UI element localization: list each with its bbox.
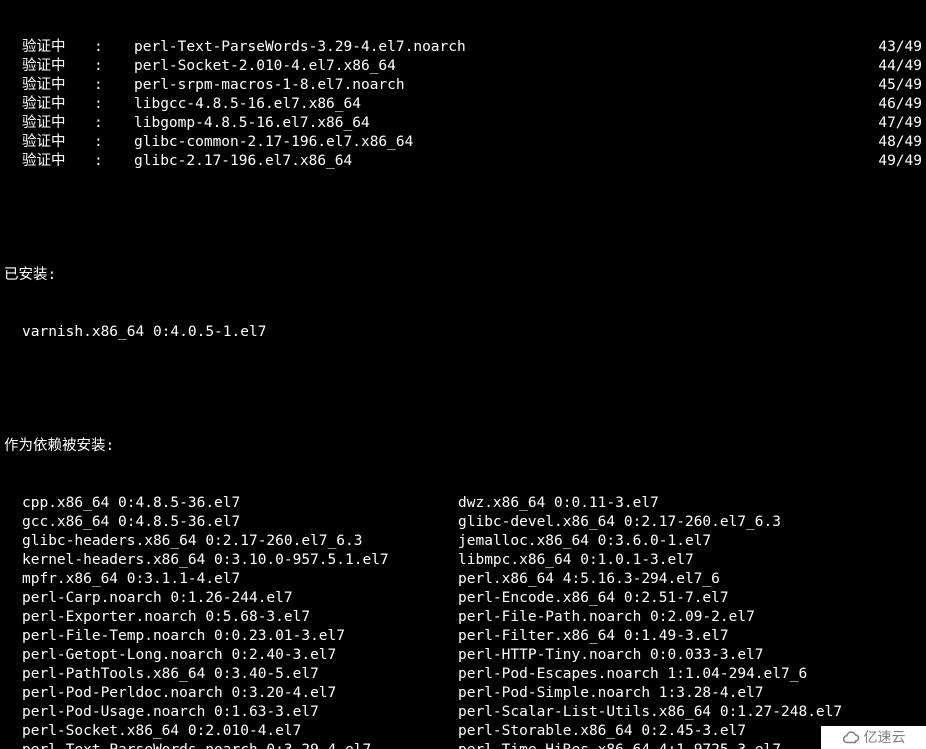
dep-col-a: perl-Pod-Usage.noarch 0:1.63-3.el7	[22, 703, 458, 722]
dep-col-a: kernel-headers.x86_64 0:3.10.0-957.5.1.e…	[22, 551, 458, 570]
dep-row: kernel-headers.x86_64 0:3.10.0-957.5.1.e…	[4, 551, 922, 570]
dep-col-a: glibc-headers.x86_64 0:2.17-260.el7_6.3	[22, 532, 458, 551]
dep-col-b: perl-HTTP-Tiny.noarch 0:0.033-3.el7	[458, 646, 922, 665]
verify-counter: 46/49	[862, 95, 922, 114]
dep-col-a: perl-File-Temp.noarch 0:0.23.01-3.el7	[22, 627, 458, 646]
dep-col-a: perl-Socket.x86_64 0:2.010-4.el7	[22, 722, 458, 741]
dep-col-b: dwz.x86_64 0:0.11-3.el7	[458, 494, 922, 513]
dep-row: perl-Socket.x86_64 0:2.010-4.el7perl-Sto…	[4, 722, 922, 741]
dep-row: perl-File-Temp.noarch 0:0.23.01-3.el7per…	[4, 627, 922, 646]
dep-col-b: perl-Filter.x86_64 0:1.49-3.el7	[458, 627, 922, 646]
installed-pkg: varnish.x86_64 0:4.0.5-1.el7	[4, 323, 922, 342]
dep-col-b: perl-Scalar-List-Utils.x86_64 0:1.27-248…	[458, 703, 922, 722]
verify-pkg: glibc-common-2.17-196.el7.x86_64	[134, 133, 862, 152]
dep-col-b: perl.x86_64 4:5.16.3-294.el7_6	[458, 570, 922, 589]
dep-col-b: perl-Pod-Escapes.noarch 1:1.04-294.el7_6	[458, 665, 922, 684]
colon: :	[94, 76, 134, 95]
dep-col-a: perl-Exporter.noarch 0:5.68-3.el7	[22, 608, 458, 627]
dep-col-b: perl-Pod-Simple.noarch 1:3.28-4.el7	[458, 684, 922, 703]
dep-col-a: cpp.x86_64 0:4.8.5-36.el7	[22, 494, 458, 513]
verify-counter: 48/49	[862, 133, 922, 152]
verify-pkg: perl-Text-ParseWords-3.29-4.el7.noarch	[134, 38, 862, 57]
dep-col-a: perl-Getopt-Long.noarch 0:2.40-3.el7	[22, 646, 458, 665]
dep-col-b: libmpc.x86_64 0:1.0.1-3.el7	[458, 551, 922, 570]
verify-row: 验证中: glibc-common-2.17-196.el7.x86_6448/…	[4, 133, 922, 152]
dep-row: perl-Pod-Perldoc.noarch 0:3.20-4.el7perl…	[4, 684, 922, 703]
dep-col-a: perl-Text-ParseWords.noarch 0:3.29-4.el7	[22, 741, 458, 749]
verify-label: 验证中	[22, 152, 94, 171]
verify-label: 验证中	[22, 57, 94, 76]
verify-label: 验证中	[22, 76, 94, 95]
verify-label: 验证中	[22, 133, 94, 152]
dep-col-a: perl-Carp.noarch 0:1.26-244.el7	[22, 589, 458, 608]
dep-row: perl-Exporter.noarch 0:5.68-3.el7perl-Fi…	[4, 608, 922, 627]
verify-counter: 44/49	[862, 57, 922, 76]
verify-row: 验证中: perl-Socket-2.010-4.el7.x86_6444/49	[4, 57, 922, 76]
watermark-badge: 亿速云	[821, 726, 926, 749]
dep-col-b: glibc-devel.x86_64 0:2.17-260.el7_6.3	[458, 513, 922, 532]
verify-counter: 47/49	[862, 114, 922, 133]
dep-col-b: jemalloc.x86_64 0:3.6.0-1.el7	[458, 532, 922, 551]
verify-counter: 43/49	[862, 38, 922, 57]
verify-pkg: libgcc-4.8.5-16.el7.x86_64	[134, 95, 862, 114]
dep-col-a: perl-PathTools.x86_64 0:3.40-5.el7	[22, 665, 458, 684]
colon: :	[94, 133, 134, 152]
installed-header: 已安装:	[4, 266, 922, 285]
deps-header: 作为依赖被安装:	[4, 437, 922, 456]
colon: :	[94, 38, 134, 57]
watermark-text: 亿速云	[864, 728, 906, 747]
terminal-output[interactable]: 验证中: perl-Text-ParseWords-3.29-4.el7.noa…	[0, 0, 926, 749]
colon: :	[94, 95, 134, 114]
dep-row: perl-Pod-Usage.noarch 0:1.63-3.el7perl-S…	[4, 703, 922, 722]
verify-pkg: glibc-2.17-196.el7.x86_64	[134, 152, 862, 171]
verify-row: 验证中: glibc-2.17-196.el7.x86_6449/49	[4, 152, 922, 171]
verify-counter: 49/49	[862, 152, 922, 171]
verify-row: 验证中: perl-srpm-macros-1-8.el7.noarch45/4…	[4, 76, 922, 95]
verify-pkg: libgomp-4.8.5-16.el7.x86_64	[134, 114, 862, 133]
verify-row: 验证中: perl-Text-ParseWords-3.29-4.el7.noa…	[4, 38, 922, 57]
verify-label: 验证中	[22, 114, 94, 133]
dep-row: perl-Text-ParseWords.noarch 0:3.29-4.el7…	[4, 741, 922, 749]
verify-row: 验证中: libgomp-4.8.5-16.el7.x86_6447/49	[4, 114, 922, 133]
colon: :	[94, 57, 134, 76]
colon: :	[94, 114, 134, 133]
verify-label: 验证中	[22, 95, 94, 114]
verify-counter: 45/49	[862, 76, 922, 95]
verify-pkg: perl-Socket-2.010-4.el7.x86_64	[134, 57, 862, 76]
dep-row: perl-Getopt-Long.noarch 0:2.40-3.el7perl…	[4, 646, 922, 665]
dep-row: glibc-headers.x86_64 0:2.17-260.el7_6.3j…	[4, 532, 922, 551]
dep-col-b: perl-File-Path.noarch 0:2.09-2.el7	[458, 608, 922, 627]
verify-pkg: perl-srpm-macros-1-8.el7.noarch	[134, 76, 862, 95]
dep-row: cpp.x86_64 0:4.8.5-36.el7dwz.x86_64 0:0.…	[4, 494, 922, 513]
dep-row: perl-PathTools.x86_64 0:3.40-5.el7perl-P…	[4, 665, 922, 684]
dep-row: mpfr.x86_64 0:3.1.1-4.el7perl.x86_64 4:5…	[4, 570, 922, 589]
colon: :	[94, 152, 134, 171]
dep-col-b: perl-Encode.x86_64 0:2.51-7.el7	[458, 589, 922, 608]
dep-col-a: gcc.x86_64 0:4.8.5-36.el7	[22, 513, 458, 532]
verify-row: 验证中: libgcc-4.8.5-16.el7.x86_6446/49	[4, 95, 922, 114]
dep-col-a: perl-Pod-Perldoc.noarch 0:3.20-4.el7	[22, 684, 458, 703]
dep-row: perl-Carp.noarch 0:1.26-244.el7perl-Enco…	[4, 589, 922, 608]
dep-row: gcc.x86_64 0:4.8.5-36.el7glibc-devel.x86…	[4, 513, 922, 532]
verify-label: 验证中	[22, 38, 94, 57]
cloud-icon	[842, 729, 860, 747]
dep-col-a: mpfr.x86_64 0:3.1.1-4.el7	[22, 570, 458, 589]
